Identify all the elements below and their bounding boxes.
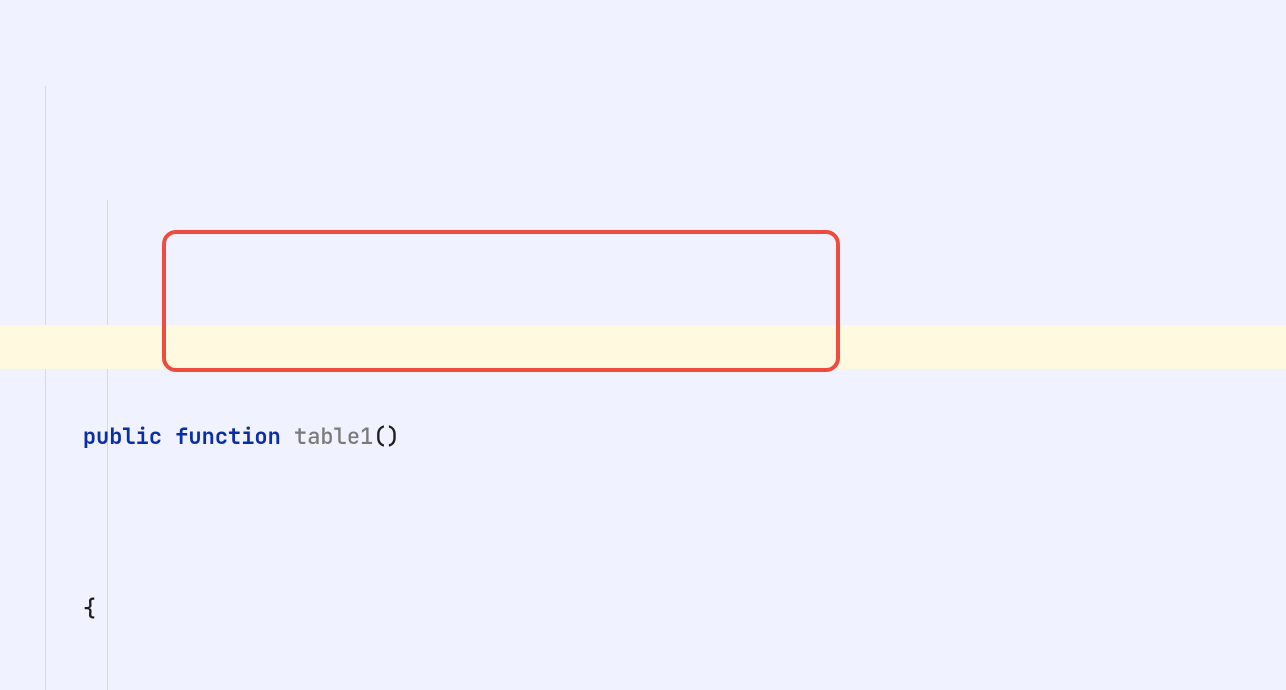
function-name: table1 (294, 422, 373, 451)
current-line-highlight (0, 325, 1286, 369)
code-editor[interactable]: public function table1() { //设置过滤方法 $thi… (0, 0, 1286, 690)
brace-open: { (83, 594, 96, 623)
keyword-function: function (175, 422, 281, 451)
code-line[interactable]: { (30, 588, 1286, 631)
paren: () (373, 422, 399, 451)
keyword-public: public (83, 422, 162, 451)
code-line[interactable]: public function table1() (30, 416, 1286, 459)
